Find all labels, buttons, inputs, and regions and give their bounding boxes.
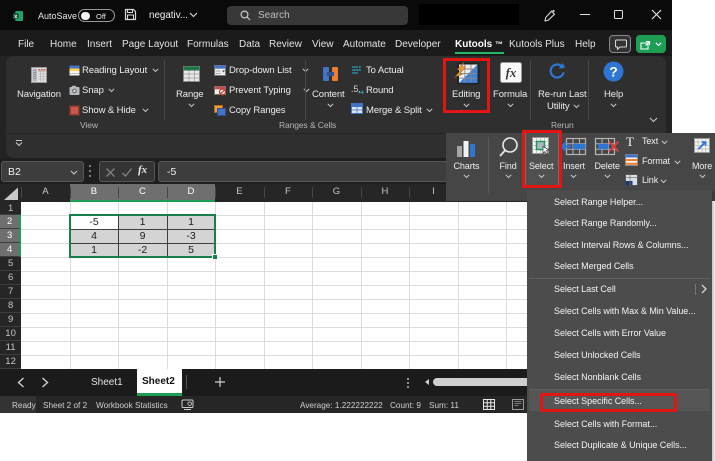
svg-text:fx: fx (506, 65, 517, 80)
svg-text:?: ? (609, 64, 617, 80)
